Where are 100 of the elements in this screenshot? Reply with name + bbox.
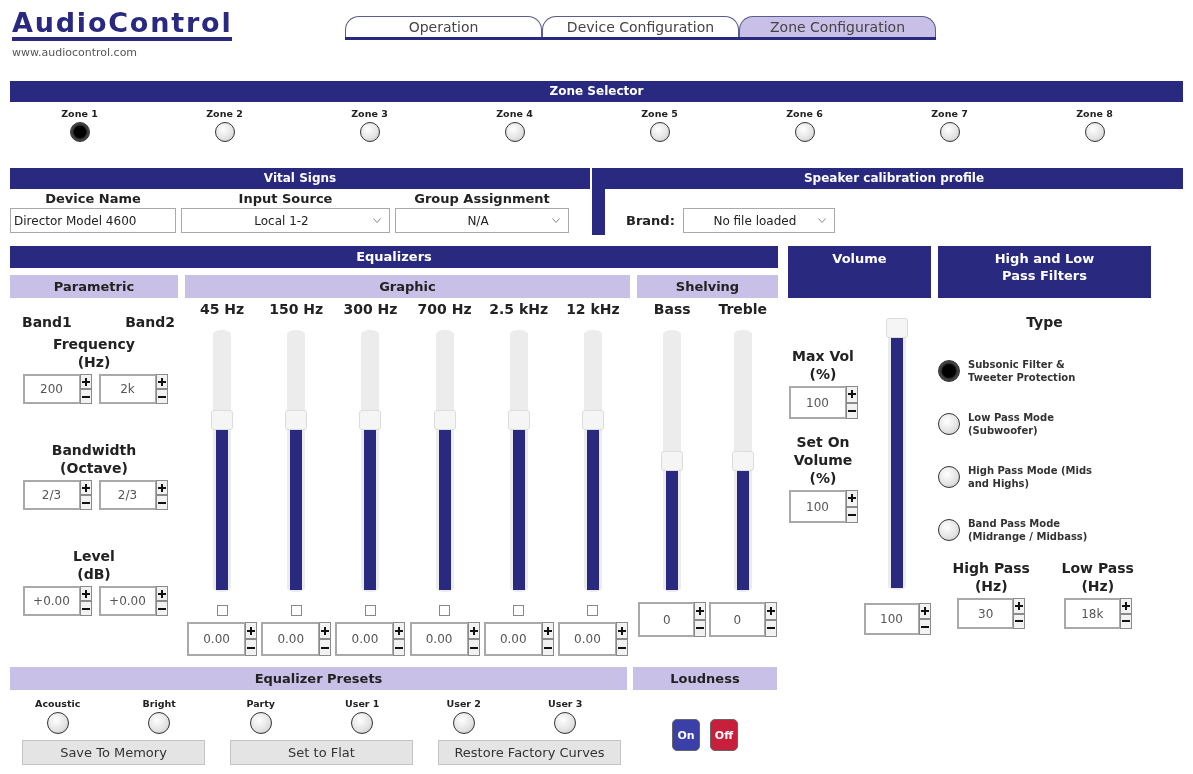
slider-thumb[interactable] (886, 318, 908, 338)
number-field[interactable]: 2k (98, 374, 156, 404)
checkbox[interactable] (364, 605, 376, 616)
slider-track[interactable] (211, 330, 234, 592)
setting-label: Max Vol (%) (792, 347, 854, 383)
number-field[interactable]: 30 (957, 598, 1014, 629)
action-button[interactable]: Save To Memory (22, 740, 205, 765)
toggle-button[interactable]: On (672, 719, 700, 751)
slider-thumb[interactable] (433, 409, 456, 430)
number-field[interactable]: 18k (1063, 598, 1120, 629)
radio-button[interactable] (148, 712, 171, 734)
number-field[interactable]: 0 (638, 602, 695, 637)
select-field[interactable]: Local 1-2 (181, 208, 390, 233)
select-field[interactable]: No file loaded (682, 208, 835, 233)
checkbox[interactable] (513, 605, 525, 616)
select-field[interactable]: N/A (395, 208, 569, 233)
slider-track[interactable] (661, 330, 684, 592)
increment-button[interactable] (245, 622, 258, 639)
subsection-header: Shelving (637, 275, 778, 298)
option-label: High Pass Mode (Mids and Highs) (968, 463, 1094, 490)
radio-button[interactable] (938, 412, 960, 435)
slider-track[interactable] (731, 330, 754, 592)
decrement-button[interactable] (319, 639, 332, 656)
number-field[interactable]: 100 (863, 603, 919, 635)
slider-track[interactable] (507, 330, 530, 592)
radio-button[interactable] (938, 359, 960, 382)
decrement-button[interactable] (393, 639, 406, 656)
checkbox[interactable] (439, 605, 451, 616)
number-field[interactable]: +0.00 (98, 586, 156, 616)
slider-thumb[interactable] (507, 409, 530, 430)
radio-button[interactable] (794, 122, 815, 142)
radio-button[interactable] (938, 465, 960, 488)
radio-button[interactable] (69, 122, 90, 142)
radio-button[interactable] (1084, 122, 1105, 142)
slider-track[interactable] (285, 330, 308, 592)
slider-thumb[interactable] (359, 409, 382, 430)
checkbox[interactable] (216, 605, 228, 616)
number-field[interactable]: 0.00 (409, 622, 468, 656)
slider-thumb[interactable] (581, 409, 604, 430)
radio-button[interactable] (46, 712, 69, 734)
subsection-header: Loudness (633, 667, 777, 690)
number-field[interactable]: 2/3 (22, 480, 80, 510)
option-label: Band Pass Mode (Midrange / Midbass) (968, 516, 1089, 543)
radio-button[interactable] (504, 122, 525, 142)
radio-button[interactable] (351, 712, 374, 734)
radio-button[interactable] (249, 712, 272, 734)
number-field[interactable]: 200 (22, 374, 80, 404)
number-field[interactable]: 2/3 (98, 480, 156, 510)
website-url: www.audiocontrol.com (12, 46, 138, 59)
tab[interactable]: Zone Configuration (739, 16, 936, 37)
slider-track[interactable] (886, 318, 908, 590)
tab[interactable]: Device Configuration (542, 16, 739, 37)
checkbox[interactable] (290, 605, 302, 616)
setting-label: High Pass (Hz) (952, 559, 1030, 595)
number-field[interactable]: 0.00 (187, 622, 246, 656)
number-field[interactable]: 100 (788, 490, 846, 523)
minus-icon (1015, 620, 1024, 623)
number-field[interactable]: 0.00 (557, 622, 616, 656)
field-label: Group Assignment (413, 190, 551, 207)
plus-icon (847, 494, 856, 503)
toggle-button[interactable]: Off (710, 719, 738, 751)
slider-track[interactable] (433, 330, 456, 592)
number-field[interactable]: +0.00 (22, 586, 80, 616)
radio-button[interactable] (649, 122, 670, 142)
slider-thumb[interactable] (211, 409, 234, 430)
action-button[interactable]: Restore Factory Curves (438, 740, 621, 765)
chevron-down-icon (552, 218, 560, 223)
action-button[interactable]: Set to Flat (230, 740, 413, 765)
radio-button[interactable] (452, 712, 475, 734)
minus-icon (920, 626, 929, 628)
number-field[interactable]: 100 (788, 386, 846, 419)
increment-button[interactable] (393, 622, 406, 639)
tab[interactable]: Operation (345, 16, 542, 37)
radio-button[interactable] (939, 122, 960, 142)
zone-label: Zone 4 (496, 108, 533, 120)
number-field[interactable]: 0.00 (483, 622, 542, 656)
increment-button[interactable] (319, 622, 332, 639)
increment-button[interactable] (694, 602, 707, 620)
slider-thumb[interactable] (285, 409, 308, 430)
number-field[interactable]: 0.00 (261, 622, 320, 656)
radio-button[interactable] (214, 122, 235, 142)
slider-thumb[interactable] (731, 451, 754, 471)
decrement-button[interactable] (245, 639, 258, 656)
slider-track[interactable] (581, 330, 604, 592)
subsection-header: Equalizer Presets (10, 667, 627, 690)
text-field[interactable]: Director Model 4600 (10, 208, 176, 233)
radio-button[interactable] (359, 122, 380, 142)
checkbox[interactable] (587, 605, 599, 616)
minus-icon (157, 607, 166, 610)
increment-button[interactable] (1013, 598, 1026, 614)
band-label: 150 Hz (269, 300, 324, 318)
minus-icon (395, 646, 404, 649)
slider-track[interactable] (359, 330, 382, 592)
radio-button[interactable] (554, 712, 577, 734)
number-field[interactable]: 0 (708, 602, 765, 637)
zone-label: Zone 7 (931, 108, 968, 120)
radio-button[interactable] (938, 518, 960, 541)
slider-thumb[interactable] (661, 451, 684, 471)
preset-label: Acoustic (35, 698, 81, 710)
number-field[interactable]: 0.00 (335, 622, 394, 656)
